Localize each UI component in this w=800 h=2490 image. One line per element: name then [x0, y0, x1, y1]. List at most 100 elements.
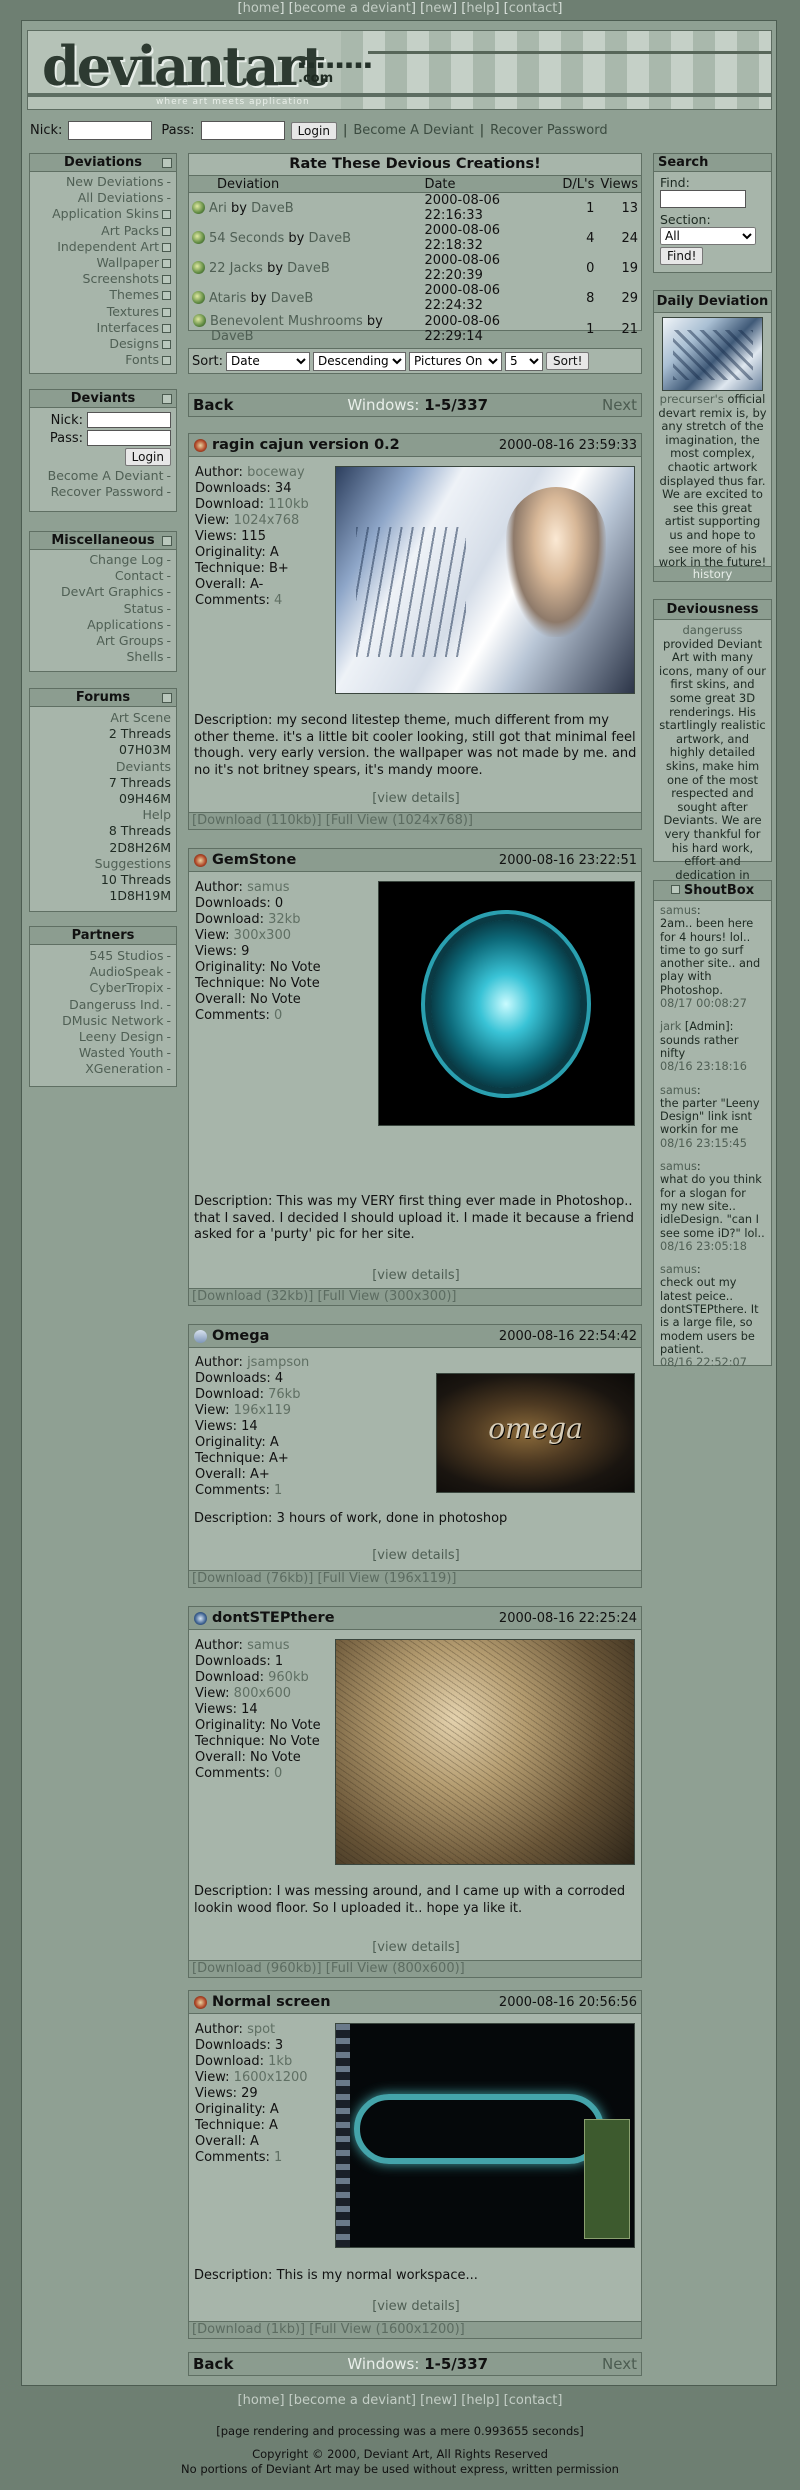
sidebar-item[interactable]: DevArt Graphics -: [30, 584, 176, 600]
search-input[interactable]: [660, 190, 746, 208]
full-view-link[interactable]: [Full View (1024x768)]: [326, 813, 473, 828]
partner-link[interactable]: XGeneration -: [30, 1061, 176, 1077]
deviation-title[interactable]: Omega: [194, 1328, 269, 1344]
shout-user[interactable]: samus: [660, 904, 697, 917]
sort-button[interactable]: Sort!: [546, 352, 590, 370]
find-button[interactable]: Find!: [660, 247, 704, 265]
partner-link[interactable]: AudioSpeak -: [30, 964, 176, 980]
sidebar-item[interactable]: Art Packs: [30, 223, 176, 239]
collapse-icon[interactable]: [162, 394, 172, 404]
sidebar-item[interactable]: Fonts: [30, 352, 176, 368]
download-link[interactable]: [Download (1kb)]: [192, 2322, 305, 2337]
full-view-link[interactable]: [Full View (1600x1200)]: [309, 2322, 465, 2337]
nav-link-become-a-deviant[interactable]: become a deviant: [294, 1, 411, 16]
nav-link-become-a-deviant[interactable]: become a deviant: [294, 2393, 411, 2408]
partner-link[interactable]: Wasted Youth -: [30, 1045, 176, 1061]
sidebar-item[interactable]: Change Log -: [30, 552, 176, 568]
shout-user[interactable]: samus: [660, 1263, 697, 1276]
sidebar-item[interactable]: All Deviations -: [30, 190, 176, 206]
author-link[interactable]: DaveB: [251, 201, 294, 216]
meta-value[interactable]: boceway: [247, 465, 305, 480]
checkbox-icon[interactable]: [162, 323, 171, 333]
deviation-link[interactable]: Benevolent Mushrooms: [210, 314, 363, 329]
nav-link-contact[interactable]: contact: [509, 1, 558, 16]
partner-link[interactable]: Leeny Design -: [30, 1029, 176, 1045]
sidebar-item[interactable]: Themes: [30, 287, 176, 303]
author-link[interactable]: DaveB: [287, 261, 330, 276]
deviation-title[interactable]: dontSTEPthere: [194, 1610, 335, 1626]
download-link[interactable]: [Download (110kb)]: [192, 813, 322, 828]
forum-link[interactable]: Art Scene: [30, 710, 176, 726]
nav-link-help[interactable]: help: [466, 1, 494, 16]
full-view-link[interactable]: [Full View (800x600)]: [326, 1961, 465, 1976]
shout-user[interactable]: samus: [660, 1084, 697, 1097]
deviation-thumbnail[interactable]: [335, 466, 635, 694]
checkbox-icon[interactable]: [162, 226, 171, 236]
nav-link-new[interactable]: new: [425, 2393, 452, 2408]
sidebar-item[interactable]: Art Groups -: [30, 633, 176, 649]
become-deviant-link[interactable]: Become A Deviant -: [30, 468, 176, 484]
sidebar-item[interactable]: Textures: [30, 304, 176, 320]
partner-link[interactable]: CyberTropix -: [30, 980, 176, 996]
recover-password-link[interactable]: Recover Password: [490, 123, 607, 138]
back-link[interactable]: Back: [193, 396, 233, 414]
artist-link[interactable]: dangeruss: [682, 623, 742, 637]
view-details-link[interactable]: [view details]: [189, 1268, 643, 1283]
site-logo[interactable]: deviantart: [42, 37, 327, 95]
author-link[interactable]: DaveB: [309, 231, 352, 246]
checkbox-icon[interactable]: [162, 307, 171, 317]
sidebar-item[interactable]: Interfaces: [30, 320, 176, 336]
checkbox-icon[interactable]: [162, 356, 171, 366]
meta-value[interactable]: samus: [247, 880, 289, 895]
forum-link[interactable]: Help: [30, 807, 176, 823]
section-select[interactable]: All: [660, 227, 756, 245]
download-link[interactable]: [Download (32kb)]: [192, 1289, 313, 1304]
author-link[interactable]: DaveB: [271, 291, 314, 306]
deviation-link[interactable]: 22 Jacks: [209, 261, 263, 276]
sort-field-select[interactable]: Date: [226, 351, 311, 371]
view-details-link[interactable]: [view details]: [189, 1940, 643, 1955]
checkbox-icon[interactable]: [162, 291, 171, 301]
column-header[interactable]: Deviation: [189, 175, 422, 193]
collapse-icon[interactable]: [162, 158, 172, 168]
checkbox-icon[interactable]: [162, 210, 171, 220]
partner-link[interactable]: DMusic Network -: [30, 1013, 176, 1029]
download-link[interactable]: [Download (76kb)]: [192, 1571, 313, 1586]
next-link[interactable]: Next: [602, 2355, 637, 2373]
column-header[interactable]: D/L's: [559, 175, 598, 193]
shout-user[interactable]: jark: [660, 1020, 681, 1033]
full-view-link[interactable]: [Full View (300x300)]: [318, 1289, 457, 1304]
sidebar-item[interactable]: Applications -: [30, 617, 176, 633]
deviation-thumbnail[interactable]: [378, 881, 635, 1126]
checkbox-icon[interactable]: [162, 242, 171, 252]
login-button[interactable]: Login: [290, 121, 337, 140]
author-link[interactable]: DaveB: [211, 329, 254, 344]
become-deviant-link[interactable]: Become A Deviant: [353, 123, 473, 138]
sidebar-item[interactable]: Shells -: [30, 649, 176, 665]
nav-link-contact[interactable]: contact: [509, 2393, 558, 2408]
checkbox-icon[interactable]: [162, 275, 171, 285]
sidebar-nick-input[interactable]: [87, 412, 171, 428]
deviation-link[interactable]: Ataris: [209, 291, 246, 306]
checkbox-icon[interactable]: [162, 340, 171, 350]
nav-link-home[interactable]: home: [243, 2393, 280, 2408]
sidebar-item[interactable]: Wallpaper: [30, 255, 176, 271]
next-link[interactable]: Next: [602, 396, 637, 414]
meta-value[interactable]: samus: [247, 1638, 289, 1653]
column-header[interactable]: Date: [421, 175, 560, 193]
deviation-link[interactable]: Ari: [209, 201, 227, 216]
count-select[interactable]: 5: [505, 351, 544, 371]
sidebar-item[interactable]: Designs: [30, 336, 176, 352]
deviation-title[interactable]: Normal screen: [194, 1994, 331, 2010]
sidebar-item[interactable]: Application Skins: [30, 206, 176, 222]
nav-link-help[interactable]: help: [466, 2393, 494, 2408]
recover-password-link[interactable]: Recover Password -: [30, 484, 176, 500]
sort-order-select[interactable]: Descending: [313, 351, 407, 371]
nav-link-new[interactable]: new: [425, 1, 452, 16]
partner-link[interactable]: Dangeruss Ind. -: [30, 997, 176, 1013]
view-details-link[interactable]: [view details]: [189, 1548, 643, 1563]
shout-user[interactable]: samus: [660, 1160, 697, 1173]
daily-deviation-thumbnail[interactable]: [662, 317, 763, 391]
full-view-link[interactable]: [Full View (196x119)]: [318, 1571, 457, 1586]
deviation-link[interactable]: 54 Seconds: [209, 231, 284, 246]
